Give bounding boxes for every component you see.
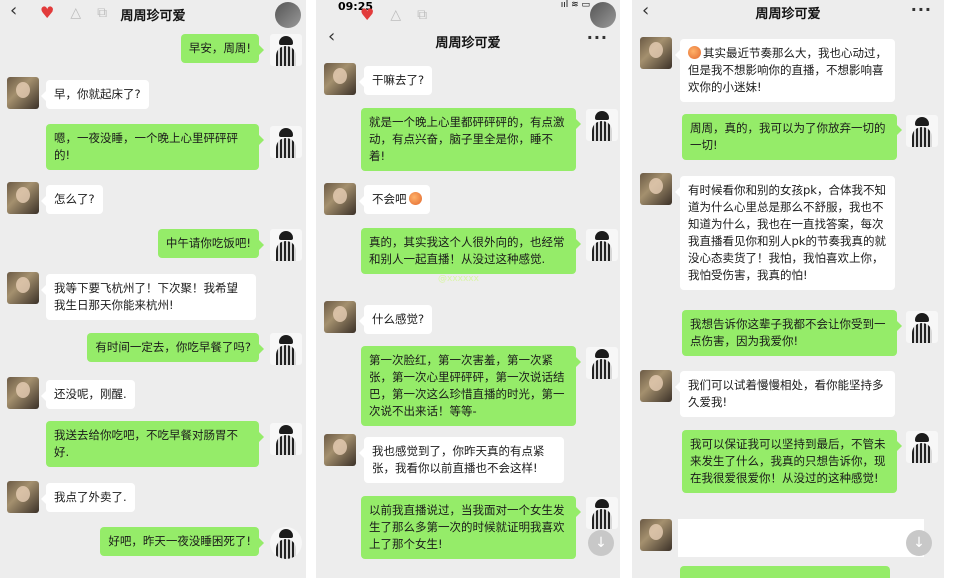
watermark: @xxxxxx	[438, 274, 479, 284]
chat-screenshot-1: ‹ ♥ △ ⧉ 周周珍可爱 早安，周周! 早，你就起床了? 嗯，一夜没睡，一个晚…	[0, 0, 306, 578]
message-text: 不会吧	[372, 192, 407, 206]
message-bubble[interactable]: 第一次脸红，第一次害羞，第一次紧张，第一次心里砰砰砰，第一次说话结巴，第一次这么…	[361, 346, 581, 426]
user-avatar[interactable]	[586, 109, 618, 141]
message-bubble[interactable]: 有时间一定去，你吃早餐了吗?	[87, 333, 264, 362]
emoji-icon	[688, 46, 701, 59]
user-avatar[interactable]	[586, 347, 618, 379]
user-avatar[interactable]	[270, 229, 302, 261]
message-bubble[interactable]: 周周，真的，我可以为了你放弃一切的一切!	[682, 114, 902, 160]
message-bubble[interactable]: 嗯，一夜没睡，一个晚上心里砰砰砰的!	[46, 124, 264, 170]
contact-avatar[interactable]	[275, 2, 301, 28]
partial-message-bubble	[680, 566, 890, 578]
contact-avatar[interactable]	[640, 37, 672, 69]
contact-avatar[interactable]	[324, 301, 356, 333]
message-bubble[interactable]: 早安，周周!	[180, 34, 265, 63]
user-avatar[interactable]	[586, 497, 618, 529]
user-avatar[interactable]	[906, 431, 938, 463]
contact-avatar[interactable]	[7, 77, 39, 109]
more-icon[interactable]: ···	[587, 28, 608, 47]
contact-avatar[interactable]	[640, 173, 672, 205]
heart-icon[interactable]: ♥	[360, 7, 374, 23]
contact-avatar[interactable]	[7, 377, 39, 409]
message-bubble[interactable]: 以前我直播说过，当我面对一个女生发生了那么多第一次的时候就证明我喜欢上了那个女生…	[361, 496, 581, 559]
contact-avatar[interactable]	[7, 182, 39, 214]
chat-header: ‹ ♥ △ ⧉ 周周珍可爱	[0, 0, 306, 28]
user-avatar[interactable]	[270, 423, 302, 455]
chat-title: 周周珍可爱	[435, 36, 501, 51]
message-bubble[interactable]: 就是一个晚上心里都砰砰砰的，有点激动，有点兴奋，脑子里全是你，睡不着!	[361, 108, 581, 171]
user-avatar[interactable]	[270, 333, 302, 365]
chat-header: ‹ 周周珍可爱 ···	[632, 0, 944, 24]
message-bubble[interactable]: 我也感觉到了，你昨天真的有点紧张，我看你以前直播也不会这样!	[359, 437, 564, 483]
message-bubble[interactable]: 早，你就起床了?	[41, 80, 149, 109]
user-avatar[interactable]	[586, 229, 618, 261]
chat-screenshot-3: ‹ 周周珍可爱 ··· 其实最近节奏那么大，我也心动过，但是我不想影响你的直播，…	[632, 0, 944, 578]
toolbar-icons: ♥ △ ⧉	[360, 7, 427, 23]
user-avatar[interactable]	[270, 126, 302, 158]
message-text: 其实最近节奏那么大，我也心动过，但是我不想影响你的直播，不想影响喜欢你的小迷妹!	[688, 46, 887, 94]
chat-screenshot-2: 09:25 ♥ △ ⧉ ııl ≋ ▭ ‹ 周周珍可爱 ··· 干嘛去了? 就是…	[316, 0, 620, 578]
message-bubble[interactable]: 中午请你吃饭吧!	[157, 229, 265, 258]
message-bubble[interactable]: 还没呢，刚醒.	[41, 380, 135, 409]
message-bubble[interactable]: 真的，其实我这个人很外向的，也经常和别人一起直播！从没过这种感觉.	[361, 228, 581, 274]
scroll-down-button[interactable]: ↓	[906, 530, 932, 556]
user-avatar[interactable]	[906, 115, 938, 147]
contact-avatar[interactable]	[7, 272, 39, 304]
message-bubble[interactable]: 我们可以试着慢慢相处，看你能坚持多久爱我!	[675, 371, 895, 417]
message-bubble[interactable]: 我可以保证我可以坚持到最后，不管未来发生了什么，我真的只想告诉你，现在我很爱很爱…	[682, 430, 902, 493]
redacted-message	[678, 519, 924, 557]
signal-wifi-battery-icon: ııl ≋ ▭	[560, 0, 590, 10]
user-avatar[interactable]	[270, 34, 302, 66]
user-avatar[interactable]	[270, 527, 302, 559]
chat-title: 周周珍可爱	[120, 9, 186, 24]
message-bubble[interactable]: 我想告诉你这辈子我都不会让你受到一点伤害，因为我爱你!	[682, 310, 902, 356]
warning-icon[interactable]: △	[390, 8, 401, 22]
contact-avatar[interactable]	[7, 481, 39, 513]
message-bubble[interactable]: 我送去给你吃吧，不吃早餐对肠胃不好.	[46, 421, 264, 467]
contact-avatar[interactable]	[590, 2, 616, 28]
contact-avatar[interactable]	[324, 63, 356, 95]
user-avatar[interactable]	[906, 311, 938, 343]
contact-avatar[interactable]	[324, 183, 356, 215]
share-icon[interactable]: ⧉	[417, 8, 427, 22]
message-bubble[interactable]: 有时候看你和别的女孩pk，合体我不知道为什么心里总是那么不舒服，我也不知道为什么…	[675, 176, 895, 290]
contact-avatar[interactable]	[324, 434, 356, 466]
contact-avatar[interactable]	[640, 370, 672, 402]
chat-title: 周周珍可爱	[755, 7, 821, 22]
contact-avatar[interactable]	[640, 519, 672, 551]
message-bubble[interactable]: 什么感觉?	[358, 305, 433, 334]
message-bubble[interactable]: 好吧，昨天一夜没睡困死了!	[100, 527, 264, 556]
more-icon[interactable]: ···	[911, 0, 932, 19]
emoji-icon	[408, 192, 422, 205]
message-bubble[interactable]: 不会吧	[359, 185, 430, 214]
scroll-down-button[interactable]: ↓	[588, 530, 614, 556]
message-bubble[interactable]: 其实最近节奏那么大，我也心动过，但是我不想影响你的直播，不想影响喜欢你的小迷妹!	[675, 39, 895, 102]
message-bubble[interactable]: 怎么了?	[41, 185, 103, 214]
message-bubble[interactable]: 干嘛去了?	[358, 66, 433, 95]
message-bubble[interactable]: 我点了外卖了.	[41, 483, 135, 512]
message-bubble[interactable]: 我等下要飞杭州了！下次聚！我希望我生日那天你能来杭州!	[41, 274, 256, 320]
